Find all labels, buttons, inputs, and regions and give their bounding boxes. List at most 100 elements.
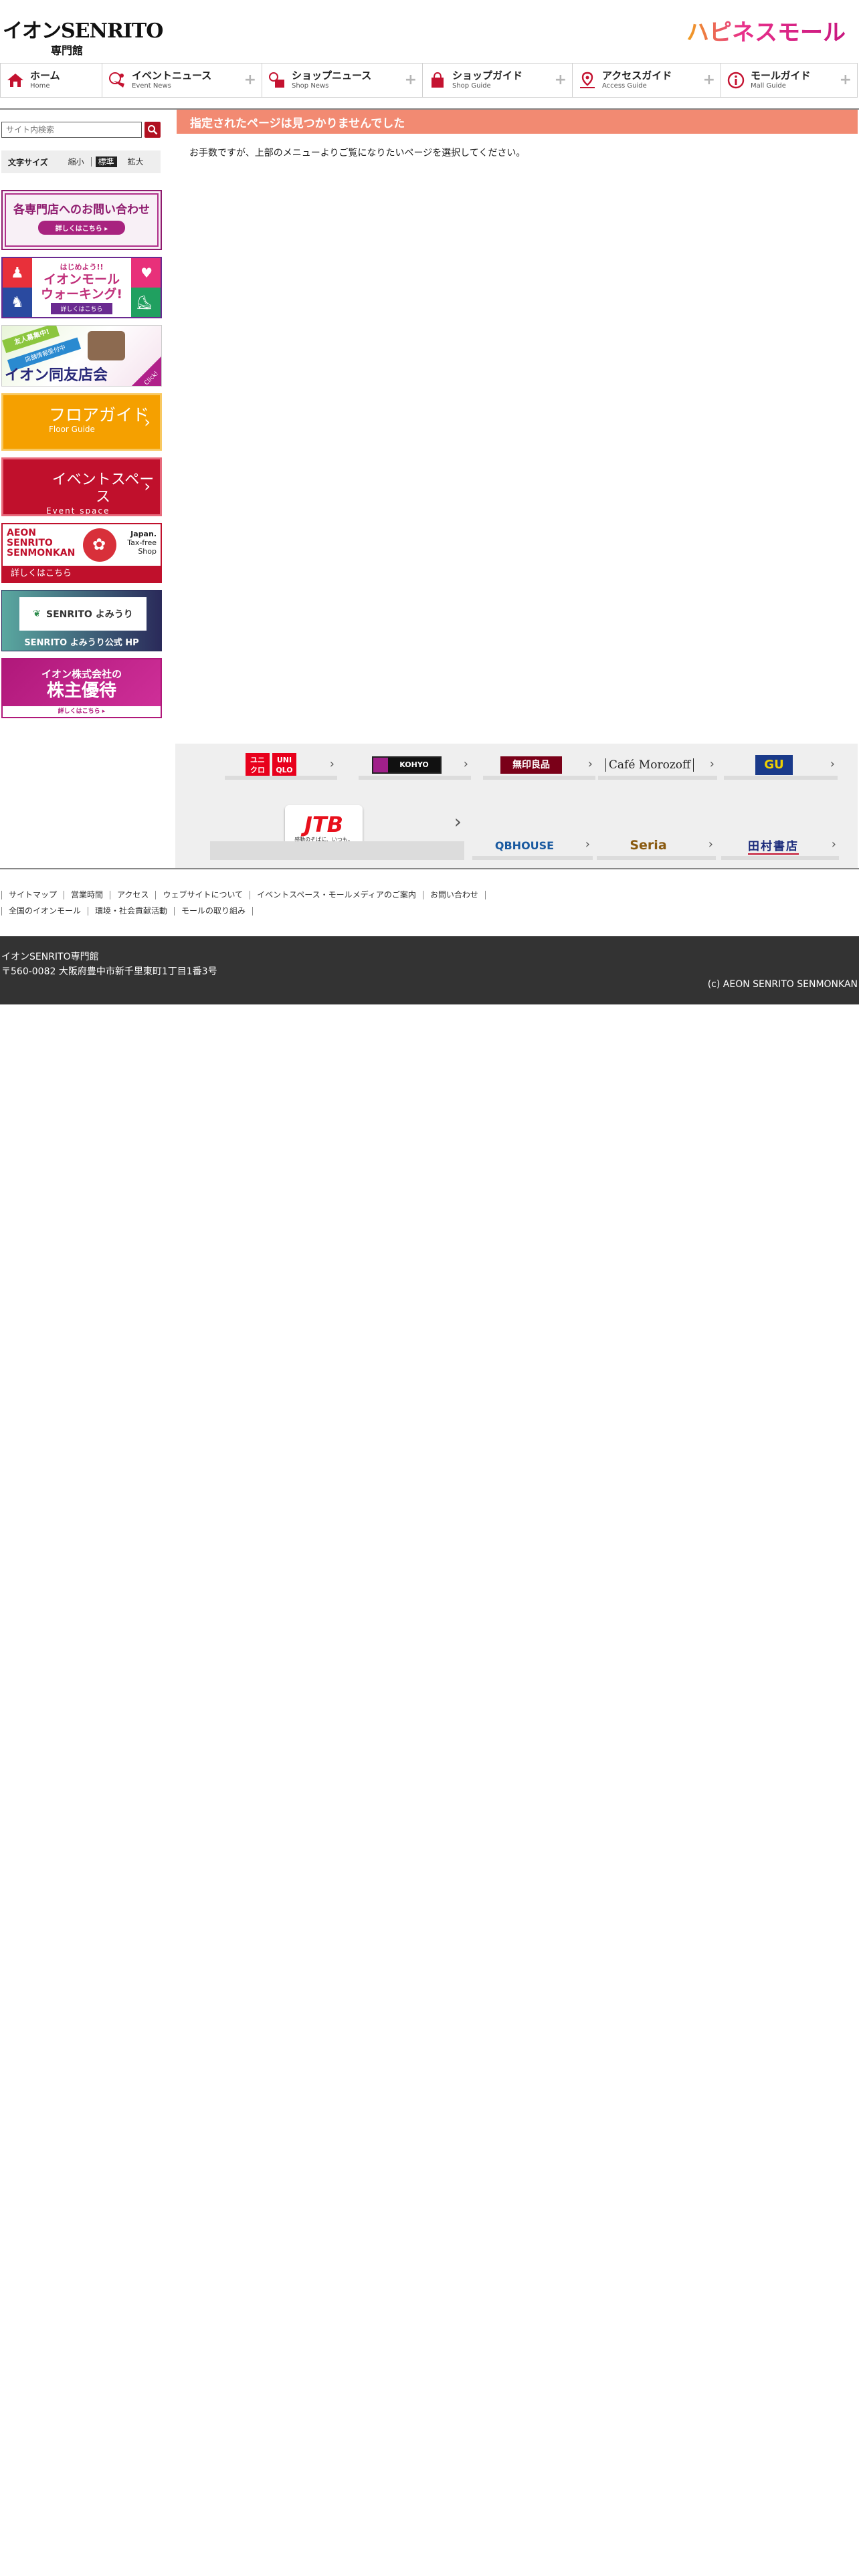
footer-divider	[0, 868, 859, 869]
taxfree-right-1: Japan.	[130, 530, 157, 538]
banner-shop-inquiry[interactable]: 各専門店へのお問い合わせ 詳しくはこちら ▸	[1, 190, 162, 250]
font-size-normal[interactable]: 標準	[95, 156, 117, 167]
error-heading-bar: 指定されたページは見つかりませんでした	[177, 110, 858, 134]
nav-shop-guide-sublabel: Shop Guide	[452, 82, 491, 90]
taxfree-name-block: AEON SENRITO SENMONKAN	[7, 528, 75, 558]
shop-uniqlo[interactable]: ユニクロ UNI QLO ›	[225, 750, 337, 780]
happiness-mall-logo-graphic: ハピネスモール	[686, 19, 846, 46]
shop-cafe-morozoff[interactable]: Café Morozoff ›	[598, 750, 717, 780]
muji-logo: 無印良品	[500, 756, 562, 774]
nav-shop-news[interactable]: ショップニュース Shop News +	[262, 64, 423, 97]
search-input[interactable]	[1, 122, 142, 138]
nav-home-sublabel: Home	[30, 82, 50, 90]
footer-link-hours[interactable]: 営業時間	[64, 891, 110, 899]
footer-links-row-2: 全国のイオンモール 環境・社会貢献活動 モールの取り組み	[1, 907, 254, 916]
yomiuri-mark-icon: ❦	[33, 609, 41, 619]
chevron-right-icon: ›	[463, 757, 468, 771]
shop-underline	[359, 776, 471, 780]
banner-aeon-mall-walking[interactable]: ♟ ♞ ♥ ⛸ はじめよう!! イオンモール ウォーキング! 詳しくはこちら	[1, 257, 162, 318]
footer-link-sitemap[interactable]: サイトマップ	[1, 891, 64, 899]
search-button[interactable]	[145, 122, 161, 138]
map-pin-icon	[578, 71, 597, 90]
uniqlo-jp-2: クロ	[250, 766, 265, 774]
font-size-large[interactable]: 拡大	[121, 157, 151, 167]
yomiuri-logo-text: SENRITO よみうり	[46, 609, 133, 620]
nav-mall-guide[interactable]: モールガイド Mall Guide +	[721, 64, 857, 97]
chevron-right-icon: ›	[709, 757, 714, 771]
logo-main-text: イオンSENRITO	[3, 19, 163, 43]
font-size-small[interactable]: 縮小	[62, 157, 92, 167]
shop-underline	[472, 856, 593, 860]
kohyo-mark	[373, 758, 388, 772]
nav-event-news[interactable]: イベントニュース Event News +	[102, 64, 262, 97]
chevron-right-icon: ›	[708, 837, 713, 851]
nav-access-guide[interactable]: アクセスガイド Access Guide +	[573, 64, 721, 97]
shop-underline	[597, 856, 716, 860]
shareholder-line-1: イオン株式会社の	[41, 667, 122, 680]
shop-qbhouse[interactable]: QBHOUSE ›	[472, 831, 593, 860]
footer-link-initiatives[interactable]: モールの取り組み	[174, 907, 254, 916]
walking-title-2: ウォーキング!	[40, 286, 123, 302]
banner-event-space[interactable]: イベントスペース Event space ›	[1, 457, 162, 516]
footer-link-about-site[interactable]: ウェブサイトについて	[155, 891, 250, 899]
uniqlo-logo-en: UNI QLO	[272, 753, 296, 777]
banner-shareholder-benefit[interactable]: イオン株式会社の 株主優待 詳しくはこちら ▸	[1, 658, 162, 718]
nav-event-news-label: イベントニュース	[132, 70, 212, 82]
chevron-right-icon: ›	[144, 477, 151, 496]
banner-aeon-doyukai[interactable]: 友人募集中! 店舗情報受付中 イオン同友店会 Click!	[1, 325, 162, 387]
uniqlo-jp-1: ユニ	[250, 756, 265, 764]
error-message: お手数ですが、上部のメニューよりご覧になりたいページを選択してください。	[189, 148, 526, 158]
nav-mall-guide-sublabel: Mall Guide	[751, 82, 786, 90]
nav-shop-guide[interactable]: ショップガイド Shop Guide +	[423, 64, 573, 97]
bag-icon	[428, 71, 447, 90]
runner-icon: ♞	[11, 294, 24, 311]
morozoff-logo: Café Morozoff	[605, 758, 694, 772]
shop-muji[interactable]: 無印良品 ›	[483, 750, 595, 780]
footer-link-aeon-malls[interactable]: 全国のイオンモール	[1, 907, 88, 916]
site-logo[interactable]: イオンSENRITO 専門館	[3, 19, 163, 58]
shop-seria[interactable]: Seria ›	[597, 831, 716, 860]
gu-logo: GU	[755, 755, 793, 775]
shop-underline	[210, 841, 464, 860]
taxfree-line-3: SENMONKAN	[7, 548, 76, 558]
footer-link-csr[interactable]: 環境・社会貢献活動	[88, 907, 174, 916]
banner-tax-free-shop[interactable]: AEON SENRITO SENMONKAN ✿ Japan. Tax-free…	[1, 523, 162, 583]
yomiuri-caption: SENRITO よみうり公式 HP	[24, 638, 139, 648]
search-icon	[148, 125, 158, 135]
uniqlo-logo: ユニクロ UNI QLO	[246, 753, 296, 777]
site-footer: イオンSENRITO専門館 〒560-0082 大阪府豊中市新千里東町1丁目1番…	[0, 936, 859, 1004]
shop-tamura-shoten[interactable]: 田村書店 ›	[721, 831, 839, 860]
nav-home[interactable]: ホーム Home	[1, 64, 102, 97]
footer-links-row-1: サイトマップ 営業時間 アクセス ウェブサイトについて イベントスペース・モール…	[1, 891, 486, 899]
shop-underline	[598, 776, 717, 780]
plus-icon: +	[244, 72, 256, 88]
happiness-mall-logo[interactable]: ハピネスモール	[684, 15, 851, 48]
event-space-sub: Event space	[46, 506, 110, 516]
shareholder-button: 詳しくはこちら ▸	[3, 706, 161, 717]
chevron-right-icon: ›	[329, 757, 335, 771]
shop-gu[interactable]: GU ›	[724, 750, 838, 780]
qbhouse-logo: QBHOUSE	[494, 839, 555, 852]
chevron-right-icon: ›	[144, 413, 151, 431]
chevron-right-icon: ›	[454, 811, 462, 833]
site-header: イオンSENRITO 専門館 ハピネスモール	[0, 0, 859, 62]
floor-guide-sub: Floor Guide	[49, 425, 95, 434]
footer-link-access[interactable]: アクセス	[110, 891, 155, 899]
footer-address: 〒560-0082 大阪府豊中市新千里東町1丁目1番3号	[1, 966, 217, 977]
floor-guide-title: フロアガイド	[49, 405, 150, 425]
banner-senrito-yomiuri[interactable]: ❦ SENRITO よみうり SENRITO よみうり公式 HP	[1, 590, 162, 651]
shop-logo-band: ユニクロ UNI QLO › KOHYO › 無印良品 › Café Morozo…	[175, 744, 858, 868]
uniqlo-en-2: QLO	[276, 766, 293, 774]
footer-link-event-space[interactable]: イベントスペース・モールメディアのご案内	[250, 891, 423, 899]
shop-jtb[interactable]: JTB 感動のそばに、いつも。 ›	[210, 796, 464, 860]
footer-link-contact[interactable]: お問い合わせ	[422, 891, 486, 899]
shop-kohyo[interactable]: KOHYO ›	[359, 750, 471, 780]
shop-underline	[721, 856, 839, 860]
taxfree-button: 詳しくはこちら	[3, 566, 161, 582]
banner-floor-guide[interactable]: フロアガイド Floor Guide ›	[1, 393, 162, 451]
plus-icon: +	[702, 72, 715, 88]
footer-copyright: (c) AEON SENRITO SENMONKAN	[707, 979, 858, 990]
logo-sub-text: 専門館	[51, 44, 84, 57]
nav-home-label: ホーム	[30, 70, 60, 82]
chevron-right-icon: ›	[831, 837, 836, 851]
